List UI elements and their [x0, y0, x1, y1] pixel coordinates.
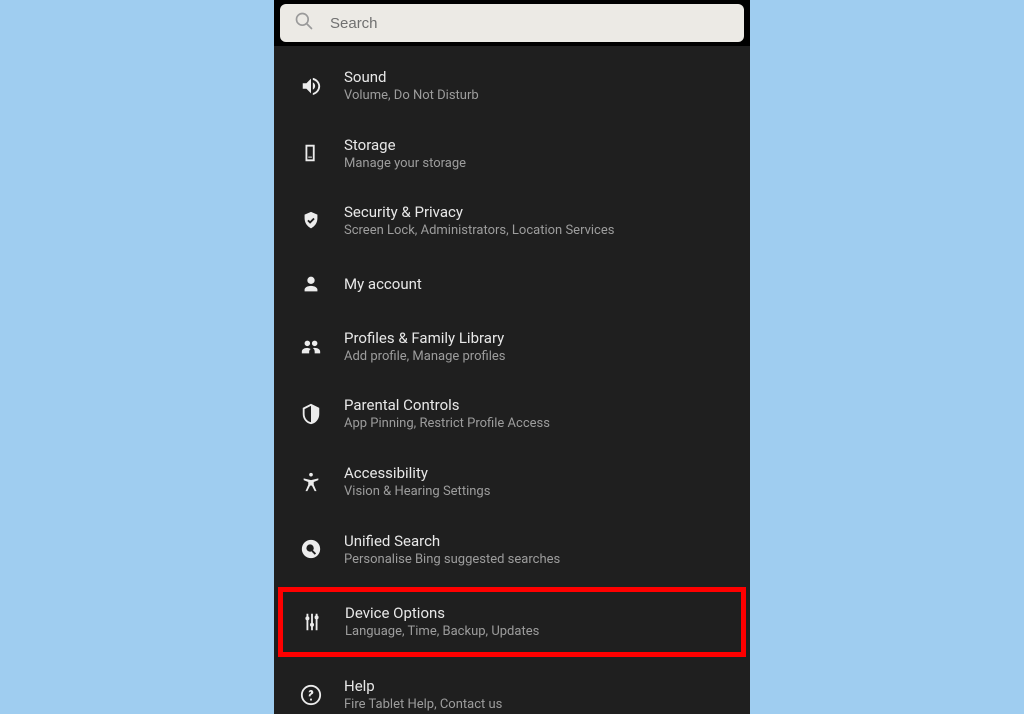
settings-item-title: Help — [344, 677, 502, 695]
settings-item-subtitle: Language, Time, Backup, Updates — [345, 624, 539, 640]
settings-item-parental[interactable]: Parental Controls App Pinning, Restrict P… — [278, 380, 746, 448]
parental-icon — [300, 403, 322, 425]
settings-item-sound[interactable]: Sound Volume, Do Not Disturb — [278, 52, 746, 120]
settings-item-text: My account — [344, 275, 422, 293]
settings-item-title: My account — [344, 275, 422, 293]
settings-screen: Sound Volume, Do Not Disturb Storage Manage… — [274, 0, 750, 714]
settings-item-text: Help Fire Tablet Help, Contact us — [344, 677, 502, 713]
storage-icon — [300, 142, 322, 164]
settings-item-text: Security & Privacy Screen Lock, Administr… — [344, 203, 614, 239]
settings-item-accessibility[interactable]: Accessibility Vision & Hearing Settings — [278, 448, 746, 516]
help-icon — [300, 684, 322, 706]
settings-item-title: Sound — [344, 68, 479, 86]
settings-item-subtitle: App Pinning, Restrict Profile Access — [344, 416, 550, 432]
settings-item-subtitle: Add profile, Manage profiles — [344, 349, 505, 365]
profiles-icon — [300, 336, 322, 358]
settings-item-title: Storage — [344, 136, 466, 154]
settings-item-subtitle: Personalise Bing suggested searches — [344, 552, 560, 568]
unified-icon — [300, 538, 322, 560]
settings-item-text: Sound Volume, Do Not Disturb — [344, 68, 479, 104]
settings-list: Sound Volume, Do Not Disturb Storage Manage… — [274, 46, 750, 714]
settings-item-security[interactable]: Security & Privacy Screen Lock, Administr… — [278, 187, 746, 255]
search-input[interactable] — [328, 14, 730, 33]
settings-item-text: Device Options Language, Time, Backup, Up… — [345, 604, 539, 640]
settings-item-text: Parental Controls App Pinning, Restrict P… — [344, 396, 550, 432]
search-bar[interactable] — [280, 4, 744, 42]
settings-item-account[interactable]: My account — [278, 255, 746, 313]
settings-item-title: Security & Privacy — [344, 203, 614, 221]
device-icon — [301, 611, 323, 633]
settings-item-subtitle: Screen Lock, Administrators, Location Se… — [344, 223, 614, 239]
settings-item-title: Profiles & Family Library — [344, 329, 505, 347]
security-icon — [300, 210, 322, 232]
settings-item-title: Accessibility — [344, 464, 490, 482]
settings-item-subtitle: Manage your storage — [344, 156, 466, 172]
settings-item-subtitle: Vision & Hearing Settings — [344, 484, 490, 500]
search-bar-container — [274, 0, 750, 46]
settings-item-text: Profiles & Family Library Add profile, Ma… — [344, 329, 505, 365]
settings-item-device[interactable]: Device Options Language, Time, Backup, Up… — [278, 587, 746, 657]
settings-item-subtitle: Fire Tablet Help, Contact us — [344, 697, 502, 713]
search-icon — [294, 11, 314, 35]
settings-item-unified[interactable]: Unified Search Personalise Bing suggested… — [278, 516, 746, 584]
settings-item-text: Unified Search Personalise Bing suggested… — [344, 532, 560, 568]
settings-item-profiles[interactable]: Profiles & Family Library Add profile, Ma… — [278, 313, 746, 381]
settings-item-text: Storage Manage your storage — [344, 136, 466, 172]
settings-item-title: Parental Controls — [344, 396, 550, 414]
settings-item-text: Accessibility Vision & Hearing Settings — [344, 464, 490, 500]
account-icon — [300, 273, 322, 295]
settings-item-help[interactable]: Help Fire Tablet Help, Contact us — [278, 661, 746, 714]
settings-item-subtitle: Volume, Do Not Disturb — [344, 88, 479, 104]
settings-item-title: Unified Search — [344, 532, 560, 550]
sound-icon — [300, 75, 322, 97]
settings-item-title: Device Options — [345, 604, 539, 622]
settings-item-storage[interactable]: Storage Manage your storage — [278, 120, 746, 188]
accessibility-icon — [300, 471, 322, 493]
